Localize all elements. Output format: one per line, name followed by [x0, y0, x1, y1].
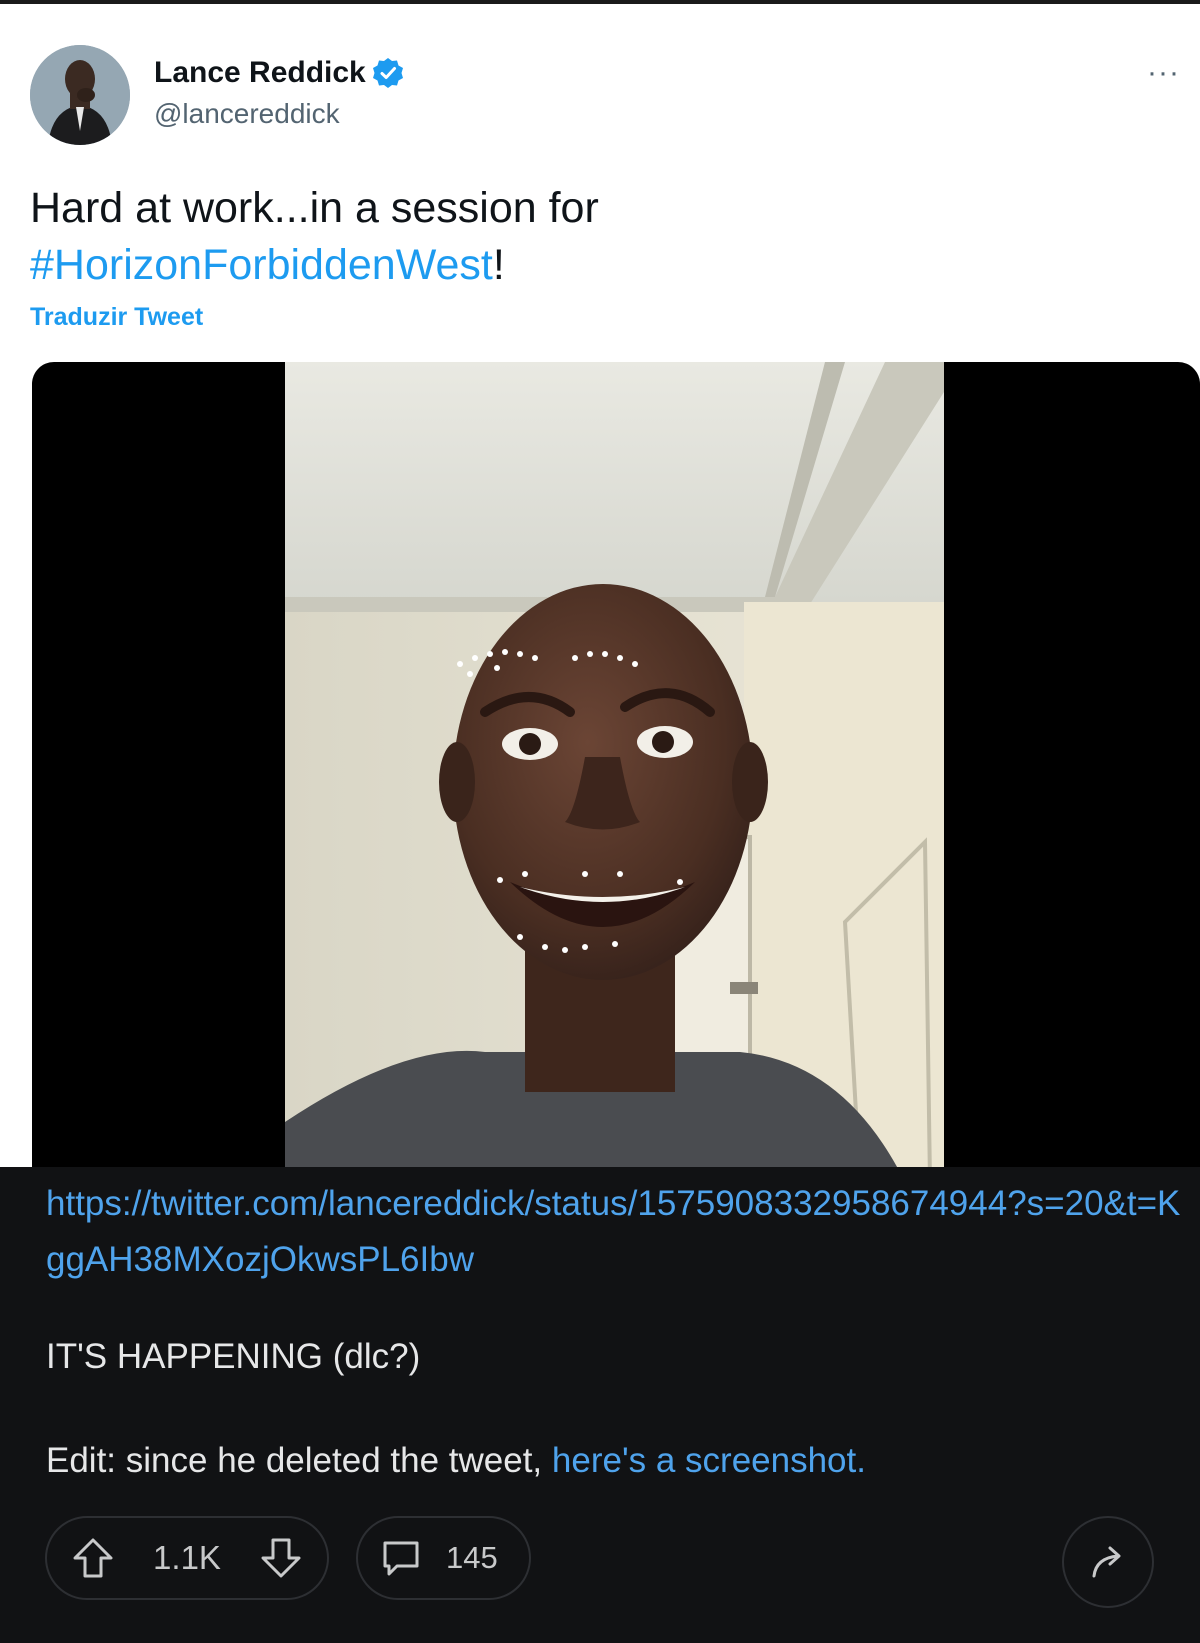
comment-count: 145	[446, 1540, 498, 1575]
tweet-text-end: !	[492, 241, 505, 289]
selfie-photo	[285, 362, 944, 1167]
comment-icon	[380, 1537, 422, 1579]
screenshot-link[interactable]: here's a screenshot.	[552, 1441, 866, 1480]
translate-tweet-link[interactable]: Traduzir Tweet	[30, 303, 203, 332]
tweet-media[interactable]	[32, 362, 1200, 1167]
hashtag-link[interactable]: #HorizonForbiddenWest	[30, 241, 493, 289]
share-button[interactable]	[1062, 1516, 1154, 1608]
post-edit-line: Edit: since he deleted the tweet, here's…	[46, 1437, 866, 1485]
tweet-screenshot: Lance Reddick @lancereddick ··· Hard at …	[0, 0, 1200, 1167]
comments-button[interactable]: 145	[356, 1516, 531, 1600]
tweet-text: Hard at work...in a session for #Horizon…	[30, 180, 1150, 294]
reddit-post: https://twitter.com/lancereddick/status/…	[0, 1167, 1200, 1643]
upvote-icon[interactable]	[69, 1534, 117, 1582]
tweet-text-body: Hard at work...in a session for	[30, 184, 599, 232]
top-border	[0, 0, 1200, 4]
author-name[interactable]: Lance Reddick	[154, 56, 404, 90]
verified-badge-icon	[372, 57, 404, 89]
vote-control: 1.1K	[45, 1516, 329, 1600]
post-edit-text: Edit: since he deleted the tweet,	[46, 1441, 552, 1480]
share-icon	[1086, 1540, 1130, 1584]
downvote-icon[interactable]	[257, 1534, 305, 1582]
author-handle[interactable]: @lancereddick	[154, 98, 340, 130]
post-body-line: IT'S HAPPENING (dlc?)	[46, 1337, 421, 1376]
avatar[interactable]	[30, 45, 130, 145]
more-options-icon[interactable]: ···	[1147, 56, 1180, 90]
tweet-url-link[interactable]: https://twitter.com/lancereddick/status/…	[46, 1176, 1186, 1288]
vote-count: 1.1K	[153, 1539, 221, 1576]
author-name-text[interactable]: Lance Reddick	[154, 56, 366, 90]
